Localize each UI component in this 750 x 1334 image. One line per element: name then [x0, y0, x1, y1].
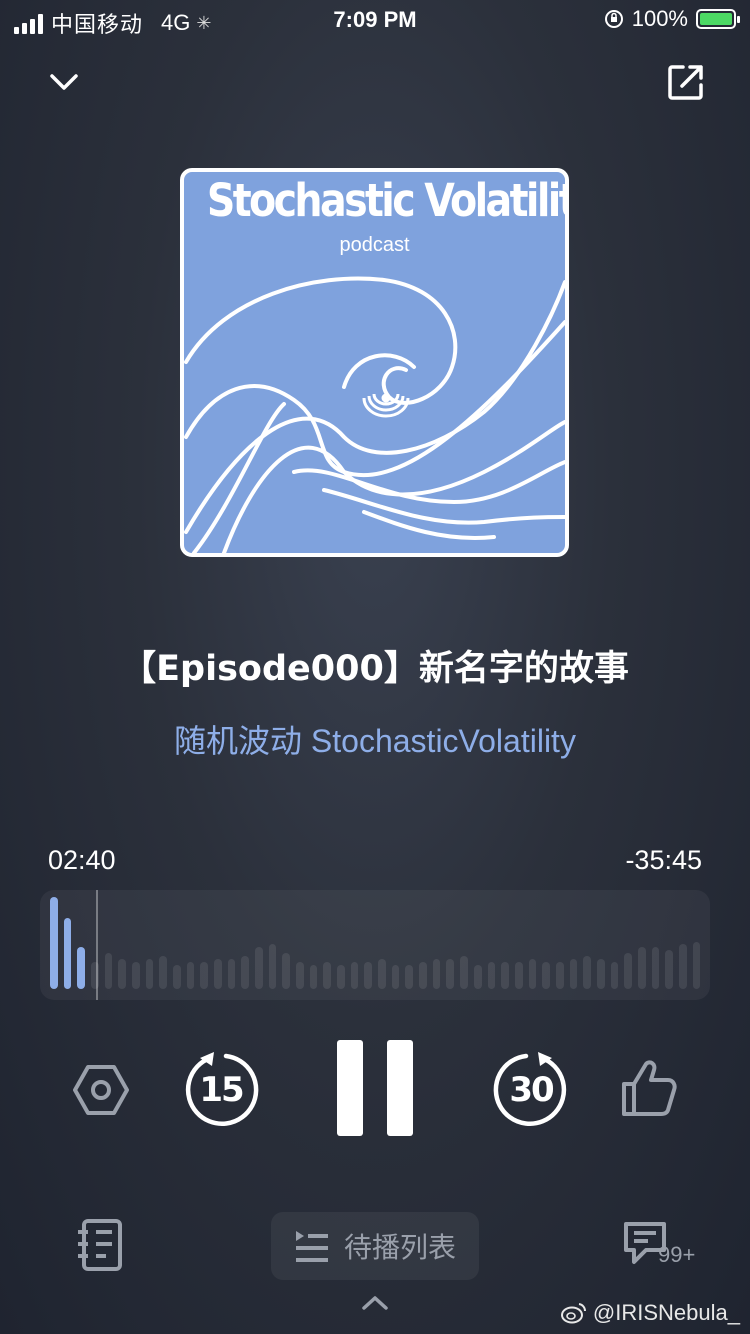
waveform-bar	[692, 941, 701, 989]
status-right: 100%	[604, 6, 740, 32]
skip-back-seconds: 15	[199, 1070, 244, 1110]
waveform-bar	[419, 962, 427, 989]
waveform-bar	[255, 947, 263, 989]
playlist-icon	[295, 1231, 328, 1262]
orientation-lock-icon	[604, 10, 623, 28]
waveform-bar	[173, 965, 181, 989]
waveform-bar	[596, 959, 605, 989]
remaining-time: -35:45	[625, 845, 702, 875]
waveform-bar	[528, 959, 537, 989]
status-bar: 中国移动 4G ✳ 7:09 PM 100%	[0, 0, 750, 40]
waveform-bar	[323, 962, 332, 989]
show-notes-button[interactable]	[76, 1218, 124, 1272]
waveform-bar	[132, 962, 140, 989]
waveform-bar	[610, 962, 619, 989]
playback-speed-button[interactable]	[72, 1061, 130, 1119]
waveform-bar	[63, 917, 72, 989]
comments-button[interactable]: 99+	[622, 1220, 698, 1272]
waveform-bar	[624, 953, 632, 989]
battery-charging-icon	[696, 9, 740, 29]
share-button[interactable]	[666, 62, 706, 102]
waveform-bars	[50, 897, 701, 989]
thumbs-up-icon	[622, 1060, 677, 1116]
waveform-bar	[473, 965, 482, 989]
elapsed-time: 02:40	[48, 845, 116, 875]
waveform-bar	[569, 959, 578, 989]
waveform-bar	[501, 962, 509, 989]
waveform-bar	[186, 962, 195, 989]
waveform-bar	[678, 944, 687, 989]
waveform-bar	[378, 959, 386, 989]
waveform-bar	[637, 947, 646, 989]
waveform-bar	[282, 953, 291, 989]
watermark-text: @IRISNebula_	[592, 1300, 740, 1325]
episode-title: 【Episode000】新名字的故事	[121, 649, 629, 689]
waveform-bar	[50, 897, 58, 989]
waveform-bar	[104, 953, 113, 989]
waveform-bar	[309, 965, 318, 989]
podcast-name-link[interactable]: 随机波动 StochasticVolatility	[0, 716, 750, 762]
comments-badge: 99+	[658, 1242, 696, 1267]
waveform-bar	[200, 962, 209, 989]
waveform-bar	[364, 962, 373, 989]
waveform-bar	[227, 959, 236, 989]
waveform-scrubber[interactable]	[40, 890, 710, 1000]
playlist-queue-button[interactable]: 待播列表	[271, 1212, 479, 1280]
skip-forward-button[interactable]: 30	[492, 1050, 570, 1128]
battery-percent: 100%	[631, 6, 688, 31]
pause-icon	[337, 1040, 363, 1136]
like-button[interactable]	[620, 1058, 678, 1118]
chevron-up-icon	[362, 1296, 388, 1310]
waveform-bar	[337, 965, 345, 989]
waveform-bar	[460, 956, 468, 989]
wave-artwork	[184, 276, 565, 553]
waveform-bar	[214, 959, 222, 989]
waveform-bar	[651, 947, 660, 989]
waveform-bar	[405, 965, 414, 989]
share-external-icon	[668, 65, 703, 100]
skip-back-button[interactable]: 15	[182, 1050, 260, 1128]
playhead[interactable]	[95, 890, 98, 1000]
chevron-down-icon	[50, 74, 78, 90]
watermark: @IRISNebula_	[560, 1300, 740, 1326]
queue-label: 待播列表	[343, 1232, 456, 1263]
cover-subtitle: podcast	[339, 234, 410, 256]
waveform-bar	[542, 962, 550, 989]
waveform-bar	[391, 965, 400, 989]
waveform-bar	[145, 959, 154, 989]
waveform-bar	[583, 956, 591, 989]
waveform-bar	[268, 944, 277, 989]
collapse-player-button[interactable]	[44, 62, 84, 102]
waveform-bar	[118, 959, 127, 989]
waveform-bar	[77, 947, 86, 989]
cover-title: Stochastic Volatility	[206, 174, 569, 227]
waveform-bar	[555, 962, 564, 989]
waveform-bar	[241, 956, 250, 989]
pause-button[interactable]	[337, 1040, 413, 1136]
speed-hexagon-icon	[73, 1065, 129, 1115]
waveform-bar	[296, 962, 304, 989]
waveform-bar	[159, 956, 168, 989]
waveform-bar	[487, 962, 496, 989]
waveform-bar	[665, 950, 673, 989]
skip-forward-seconds: 30	[509, 1070, 554, 1110]
waveform-bar	[350, 962, 359, 989]
waveform-bar	[432, 959, 441, 989]
waveform-bar	[446, 959, 455, 989]
notebook-icon	[78, 1219, 122, 1271]
weibo-icon	[560, 1303, 586, 1324]
expand-handle[interactable]	[358, 1290, 392, 1314]
waveform-bar	[514, 962, 523, 989]
podcast-cover-art: Stochastic Volatility podcast	[180, 168, 569, 557]
